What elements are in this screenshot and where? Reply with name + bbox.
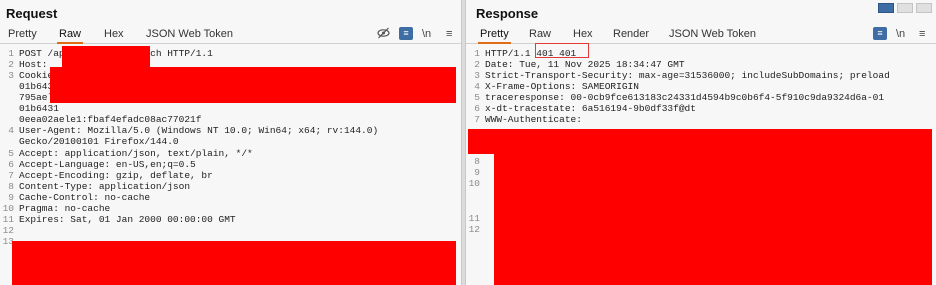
layout-split-icon[interactable]: [878, 3, 894, 13]
response-editor[interactable]: 1 HTTP/1.1 401 401 2 Date: Tue, 11 Nov 2025…: [466, 43, 936, 285]
redaction-host-path: [62, 46, 150, 68]
line-number: 1: [474, 48, 480, 59]
response-tab-raw[interactable]: Raw: [529, 28, 551, 40]
code-line: WWW-Authenticate:: [485, 114, 582, 125]
redaction-cookie: [50, 67, 456, 103]
code-line: X-Frame-Options: SAMEORIGIN: [485, 81, 639, 92]
eye-slash-icon[interactable]: [377, 27, 390, 42]
line-number: 3: [8, 70, 14, 81]
request-tab-hex[interactable]: Hex: [104, 28, 124, 40]
redaction-body: [12, 241, 456, 285]
newline-icon[interactable]: \n: [896, 28, 905, 40]
status-code-highlight: [535, 43, 589, 58]
code-line: Host:: [19, 59, 48, 70]
line-number: 9: [8, 192, 14, 203]
code-line: User-Agent: Mozilla/5.0 (Windows NT 10.0…: [19, 125, 379, 136]
line-number: 1: [8, 48, 14, 59]
newline-icon[interactable]: \n: [422, 28, 431, 40]
code-line: x-dt-tracestate: 6a516194-9b0df33f@dt: [485, 103, 696, 114]
code-line: Pragma: no-cache: [19, 203, 111, 214]
redaction-response-headers: [468, 129, 932, 154]
menu-icon[interactable]: ≡: [446, 28, 452, 40]
request-pane: Request Pretty Raw Hex JSON Web Token ≡ …: [0, 0, 461, 285]
line-number: 4: [8, 125, 14, 136]
line-number: 9: [474, 167, 480, 178]
request-tab-json-web-token[interactable]: JSON Web Token: [146, 28, 233, 40]
line-number: 7: [474, 114, 480, 125]
wrap-badge-icon[interactable]: ≡: [399, 27, 413, 40]
line-number: 11: [468, 213, 480, 224]
menu-icon[interactable]: ≡: [919, 28, 925, 40]
code-line: Date: Tue, 11 Nov 2025 18:34:47 GMT: [485, 59, 685, 70]
request-tab-pretty[interactable]: Pretty: [8, 28, 37, 40]
code-line: 01b6431: [19, 103, 59, 114]
layout-buttons: [875, 0, 932, 13]
request-title: Request: [6, 6, 58, 21]
line-number: 2: [474, 59, 480, 70]
line-number: 2: [8, 59, 14, 70]
line-number: 11: [2, 214, 14, 225]
line-number: 7: [8, 170, 14, 181]
line-number: 5: [474, 92, 480, 103]
line-number: 6: [8, 159, 14, 170]
code-line: Accept: application/json, text/plain, */…: [19, 148, 253, 159]
code-line: traceresponse: 00-0cb9fce613183c24331d45…: [485, 92, 885, 103]
layout-horizontal-icon[interactable]: [897, 3, 913, 13]
line-number: 8: [8, 181, 14, 192]
line-number: 5: [8, 148, 14, 159]
request-tabbar: Pretty Raw Hex JSON Web Token ≡ \n ≡: [0, 24, 461, 44]
line-number: 8: [474, 156, 480, 167]
request-tab-raw[interactable]: Raw: [56, 28, 84, 44]
response-tabbar: Pretty Raw Hex Render JSON Web Token ≡ \…: [466, 24, 936, 44]
code-line: Accept-Encoding: gzip, deflate, br: [19, 170, 213, 181]
line-number: 12: [468, 224, 480, 235]
wrap-badge-icon[interactable]: ≡: [873, 27, 887, 40]
code-line: Strict-Transport-Security: max-age=31536…: [485, 70, 890, 81]
line-number: 10: [468, 178, 480, 189]
response-tab-pretty[interactable]: Pretty: [478, 28, 511, 44]
code-line: Content-Type: application/json: [19, 181, 191, 192]
code-line: 0eea02aele1:fbaf4efadc08ac77021f: [19, 114, 202, 125]
response-tab-hex[interactable]: Hex: [573, 28, 593, 40]
response-tab-json-web-token[interactable]: JSON Web Token: [669, 28, 756, 40]
request-editor[interactable]: 1POST /api/dom/form/search HTTP/1.12Host…: [0, 45, 461, 285]
response-title: Response: [476, 6, 539, 21]
line-number: 6: [474, 103, 480, 114]
response-pane: Response Pretty Raw Hex Render JSON Web …: [466, 0, 936, 285]
code-line: Cache-Control: no-cache: [19, 192, 151, 203]
code-line: Expires: Sat, 01 Jan 2000 00:00:00 GMT: [19, 214, 236, 225]
line-number: 3: [474, 70, 480, 81]
code-line: Gecko/20100101 Firefox/144.0: [19, 136, 179, 147]
response-tab-render[interactable]: Render: [613, 28, 649, 40]
layout-vertical-icon[interactable]: [916, 3, 932, 13]
redaction-response-body: [494, 152, 932, 285]
line-number: 12: [2, 225, 14, 236]
code-line: Accept-Language: en-US,en;q=0.5: [19, 159, 196, 170]
line-number: 4: [474, 81, 480, 92]
line-number: 10: [2, 203, 14, 214]
